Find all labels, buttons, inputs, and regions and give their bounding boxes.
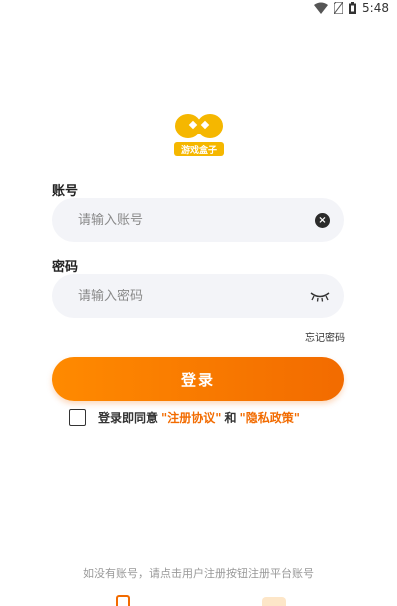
status-bar: 5:48: [314, 0, 397, 16]
login-button[interactable]: 登录: [52, 357, 344, 401]
eye-closed-icon[interactable]: [310, 290, 330, 302]
account-label: 账号: [52, 184, 79, 199]
battery-icon: [349, 2, 357, 14]
logo-text: 游戏盒子: [181, 144, 217, 156]
terms-link[interactable]: "注册协议": [161, 409, 222, 426]
forgot-password-link[interactable]: 忘记密码: [305, 329, 345, 344]
agreement-checkbox[interactable]: [69, 409, 86, 426]
bottom-actions: [0, 595, 397, 606]
password-input[interactable]: [78, 288, 310, 304]
app-logo: 游戏盒子: [174, 114, 224, 156]
agreement-and: 和: [224, 411, 237, 425]
guest-icon[interactable]: [262, 597, 286, 606]
password-label: 密码: [52, 260, 79, 275]
agreement-prefix: 登录即同意: [98, 411, 159, 425]
privacy-link[interactable]: "隐私政策": [240, 409, 301, 426]
register-hint: 如没有账号，请点击用户注册按钮注册平台账号: [83, 567, 314, 580]
account-input[interactable]: [78, 212, 315, 228]
sim-icon: [334, 2, 344, 14]
status-time: 5:48: [362, 1, 389, 15]
register-icon[interactable]: [116, 595, 130, 606]
password-field[interactable]: [52, 274, 344, 318]
wifi-icon: [314, 2, 329, 14]
account-field[interactable]: ×: [52, 198, 344, 242]
clear-icon[interactable]: ×: [315, 212, 330, 228]
agreement-row: 登录即同意 "注册协议" 和 "隐私政策": [69, 409, 300, 426]
